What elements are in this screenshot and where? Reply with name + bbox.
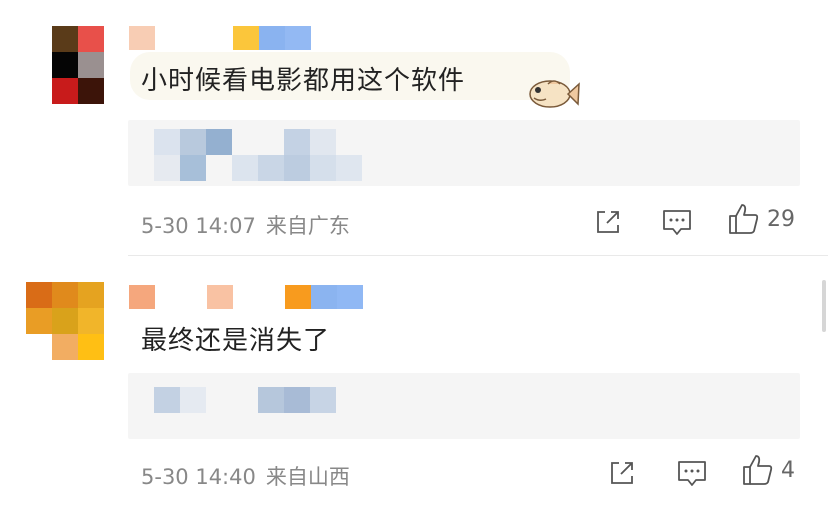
username-pixelated[interactable] xyxy=(129,285,363,311)
comment-button[interactable] xyxy=(676,458,708,488)
comment-icon xyxy=(663,210,691,235)
share-button[interactable] xyxy=(593,207,623,237)
fish-sticker-icon xyxy=(529,80,580,108)
username-pixelated[interactable] xyxy=(129,26,311,52)
share-icon xyxy=(597,211,619,233)
comment-location: 来自山西 xyxy=(265,465,350,489)
comment-location: 来自广东 xyxy=(265,214,350,238)
thumbs-up-icon xyxy=(743,455,773,485)
reply-preview[interactable] xyxy=(128,120,800,186)
avatar[interactable] xyxy=(26,282,104,360)
comment-text: 小时候看电影都用这个软件 xyxy=(141,66,466,96)
like-count: 29 xyxy=(767,206,795,232)
comment-text: 最终还是消失了 xyxy=(141,326,331,356)
comment-meta: 5-30 14:07 来自广东 xyxy=(141,210,350,240)
like-count: 4 xyxy=(781,457,795,483)
comment-item: 小时候看电影都用这个软件 5-30 14:07 来自广东 29 xyxy=(0,0,828,255)
share-icon xyxy=(611,462,633,484)
comment-item: 最终还是消失了 5-30 14:40 来自山西 4 xyxy=(0,257,828,506)
comment-button[interactable] xyxy=(661,207,693,237)
divider xyxy=(128,255,828,256)
comment-time: 5-30 14:07 xyxy=(141,214,256,238)
like-button[interactable]: 4 xyxy=(741,455,795,485)
reply-preview[interactable] xyxy=(128,373,800,439)
like-button[interactable]: 29 xyxy=(727,204,795,234)
thumbs-up-icon xyxy=(729,204,759,234)
avatar[interactable] xyxy=(52,26,104,104)
comment-icon xyxy=(678,461,706,486)
scrollbar[interactable] xyxy=(822,280,826,332)
share-button[interactable] xyxy=(607,458,637,488)
comment-time: 5-30 14:40 xyxy=(141,465,256,489)
comment-meta: 5-30 14:40 来自山西 xyxy=(141,461,350,491)
